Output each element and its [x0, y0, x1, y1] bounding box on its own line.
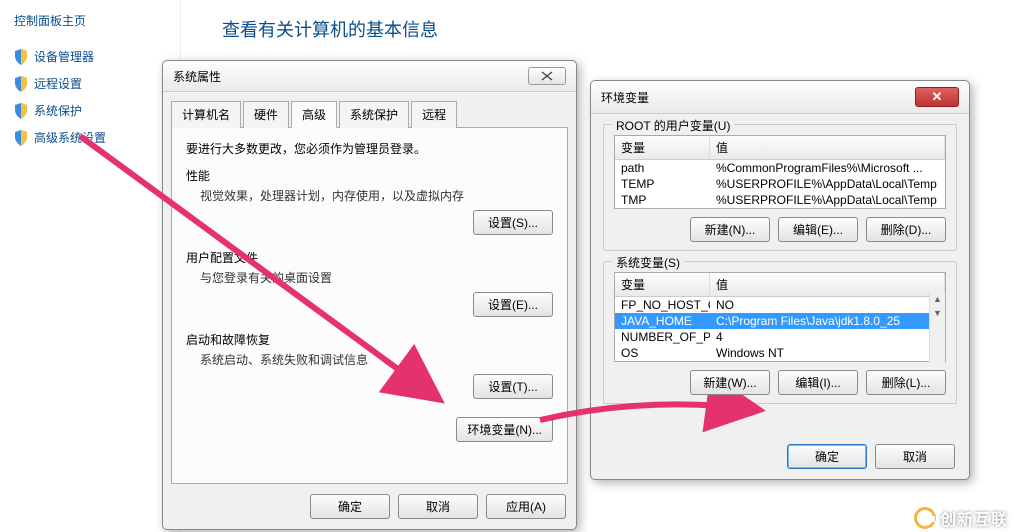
- scroll-up-icon[interactable]: ▲: [930, 292, 945, 306]
- sidebar-item-label: 高级系统设置: [34, 129, 106, 146]
- dialog-buttons: 确定 取消 应用(A): [310, 494, 566, 519]
- col-variable[interactable]: 变量: [615, 273, 710, 296]
- sidebar-item-label: 系统保护: [34, 102, 82, 119]
- table-header: 变量 值: [615, 136, 945, 160]
- col-value[interactable]: 值: [710, 136, 945, 159]
- user-delete-button[interactable]: 删除(D)...: [866, 217, 946, 242]
- table-header: 变量 值: [615, 273, 945, 297]
- group-performance-desc: 视觉效果，处理器计划，内存使用，以及虚拟内存: [200, 187, 553, 204]
- group-profiles-desc: 与您登录有关的桌面设置: [200, 269, 553, 286]
- ok-button[interactable]: 确定: [310, 494, 390, 519]
- watermark-text: 创新互联: [940, 506, 1008, 530]
- user-vars-body[interactable]: path%CommonProgramFiles%\Microsoft ... T…: [615, 160, 945, 208]
- table-row[interactable]: FP_NO_HOST_C...NO: [615, 297, 945, 313]
- tab-body-advanced: 要进行大多数更改，您必须作为管理员登录。 性能 视觉效果，处理器计划，内存使用，…: [171, 128, 568, 484]
- environment-variables-button[interactable]: 环境变量(N)...: [456, 417, 553, 442]
- sidebar-item-device-manager[interactable]: 设备管理器: [10, 43, 170, 70]
- watermark-logo-icon: [914, 507, 936, 529]
- system-edit-button[interactable]: 编辑(I)...: [778, 370, 858, 395]
- sidebar-item-label: 远程设置: [34, 75, 82, 92]
- scrollbar[interactable]: ▲ ▼: [929, 292, 945, 363]
- dialog-buttons: 确定 取消: [787, 444, 955, 469]
- dialog-title-text: 系统属性: [173, 68, 221, 85]
- table-row[interactable]: path%CommonProgramFiles%\Microsoft ...: [615, 160, 945, 176]
- system-vars-section: 系统变量(S) 变量 值 FP_NO_HOST_C...NO JAVA_HOME…: [603, 261, 957, 404]
- tabs: 计算机名 硬件 高级 系统保护 远程: [171, 100, 568, 128]
- user-vars-table[interactable]: 变量 值 path%CommonProgramFiles%\Microsoft …: [614, 135, 946, 209]
- control-panel-sidebar: 控制面板主页 设备管理器 远程设置 系统保护 高级系统设置: [0, 0, 180, 159]
- scroll-down-icon[interactable]: ▼: [930, 306, 945, 320]
- shield-icon: [14, 103, 28, 119]
- shield-icon: [14, 130, 28, 146]
- table-row[interactable]: OSWindows NT: [615, 345, 945, 361]
- close-button[interactable]: [528, 67, 566, 85]
- tab-computer-name[interactable]: 计算机名: [171, 101, 241, 128]
- dialog-titlebar: 系统属性: [163, 61, 576, 92]
- shield-icon: [14, 49, 28, 65]
- profiles-settings-button[interactable]: 设置(E)...: [473, 292, 553, 317]
- performance-settings-button[interactable]: 设置(S)...: [473, 210, 553, 235]
- col-variable[interactable]: 变量: [615, 136, 710, 159]
- sidebar-item-protection[interactable]: 系统保护: [10, 97, 170, 124]
- system-delete-button[interactable]: 删除(L)...: [866, 370, 946, 395]
- environment-variables-dialog: 环境变量 ✕ ROOT 的用户变量(U) 变量 值 path%CommonPro…: [590, 80, 970, 480]
- col-value[interactable]: 值: [710, 273, 945, 296]
- tab-remote[interactable]: 远程: [411, 101, 457, 128]
- sidebar-item-remote[interactable]: 远程设置: [10, 70, 170, 97]
- tab-protection[interactable]: 系统保护: [339, 101, 409, 128]
- system-properties-dialog: 系统属性 计算机名 硬件 高级 系统保护 远程 要进行大多数更改，您必须作为管理…: [162, 60, 577, 530]
- system-vars-body[interactable]: FP_NO_HOST_C...NO JAVA_HOMEC:\Program Fi…: [615, 297, 945, 361]
- system-vars-table[interactable]: 变量 值 FP_NO_HOST_C...NO JAVA_HOMEC:\Progr…: [614, 272, 946, 362]
- sidebar-item-label: 设备管理器: [34, 48, 94, 65]
- group-performance: 性能: [186, 167, 553, 184]
- sidebar-item-advanced[interactable]: 高级系统设置: [10, 124, 170, 151]
- admin-note: 要进行大多数更改，您必须作为管理员登录。: [186, 140, 553, 157]
- table-row-selected[interactable]: JAVA_HOMEC:\Program Files\Java\jdk1.8.0_…: [615, 313, 945, 329]
- user-vars-legend: ROOT 的用户变量(U): [612, 117, 734, 134]
- dialog-title-text: 环境变量: [601, 89, 649, 106]
- group-startup-desc: 系统启动、系统失败和调试信息: [200, 351, 553, 368]
- control-panel-home[interactable]: 控制面板主页: [10, 8, 170, 43]
- tab-advanced[interactable]: 高级: [291, 101, 337, 128]
- watermark: 创新互联: [914, 506, 1008, 530]
- page-title: 查看有关计算机的基本信息: [222, 16, 438, 42]
- system-new-button[interactable]: 新建(W)...: [690, 370, 770, 395]
- user-edit-button[interactable]: 编辑(E)...: [778, 217, 858, 242]
- shield-icon: [14, 76, 28, 92]
- table-row[interactable]: NUMBER_OF_PR...4: [615, 329, 945, 345]
- apply-button[interactable]: 应用(A): [486, 494, 566, 519]
- user-vars-section: ROOT 的用户变量(U) 变量 值 path%CommonProgramFil…: [603, 124, 957, 251]
- startup-settings-button[interactable]: 设置(T)...: [473, 374, 553, 399]
- system-vars-legend: 系统变量(S): [612, 254, 684, 271]
- dialog-titlebar: 环境变量 ✕: [591, 81, 969, 114]
- cancel-button[interactable]: 取消: [875, 444, 955, 469]
- table-row[interactable]: TEMP%USERPROFILE%\AppData\Local\Temp: [615, 176, 945, 192]
- cancel-button[interactable]: 取消: [398, 494, 478, 519]
- group-startup: 启动和故障恢复: [186, 331, 553, 348]
- tab-hardware[interactable]: 硬件: [243, 101, 289, 128]
- close-button[interactable]: ✕: [915, 87, 959, 107]
- ok-button[interactable]: 确定: [787, 444, 867, 469]
- group-profiles: 用户配置文件: [186, 249, 553, 266]
- user-new-button[interactable]: 新建(N)...: [690, 217, 770, 242]
- table-row[interactable]: TMP%USERPROFILE%\AppData\Local\Temp: [615, 192, 945, 208]
